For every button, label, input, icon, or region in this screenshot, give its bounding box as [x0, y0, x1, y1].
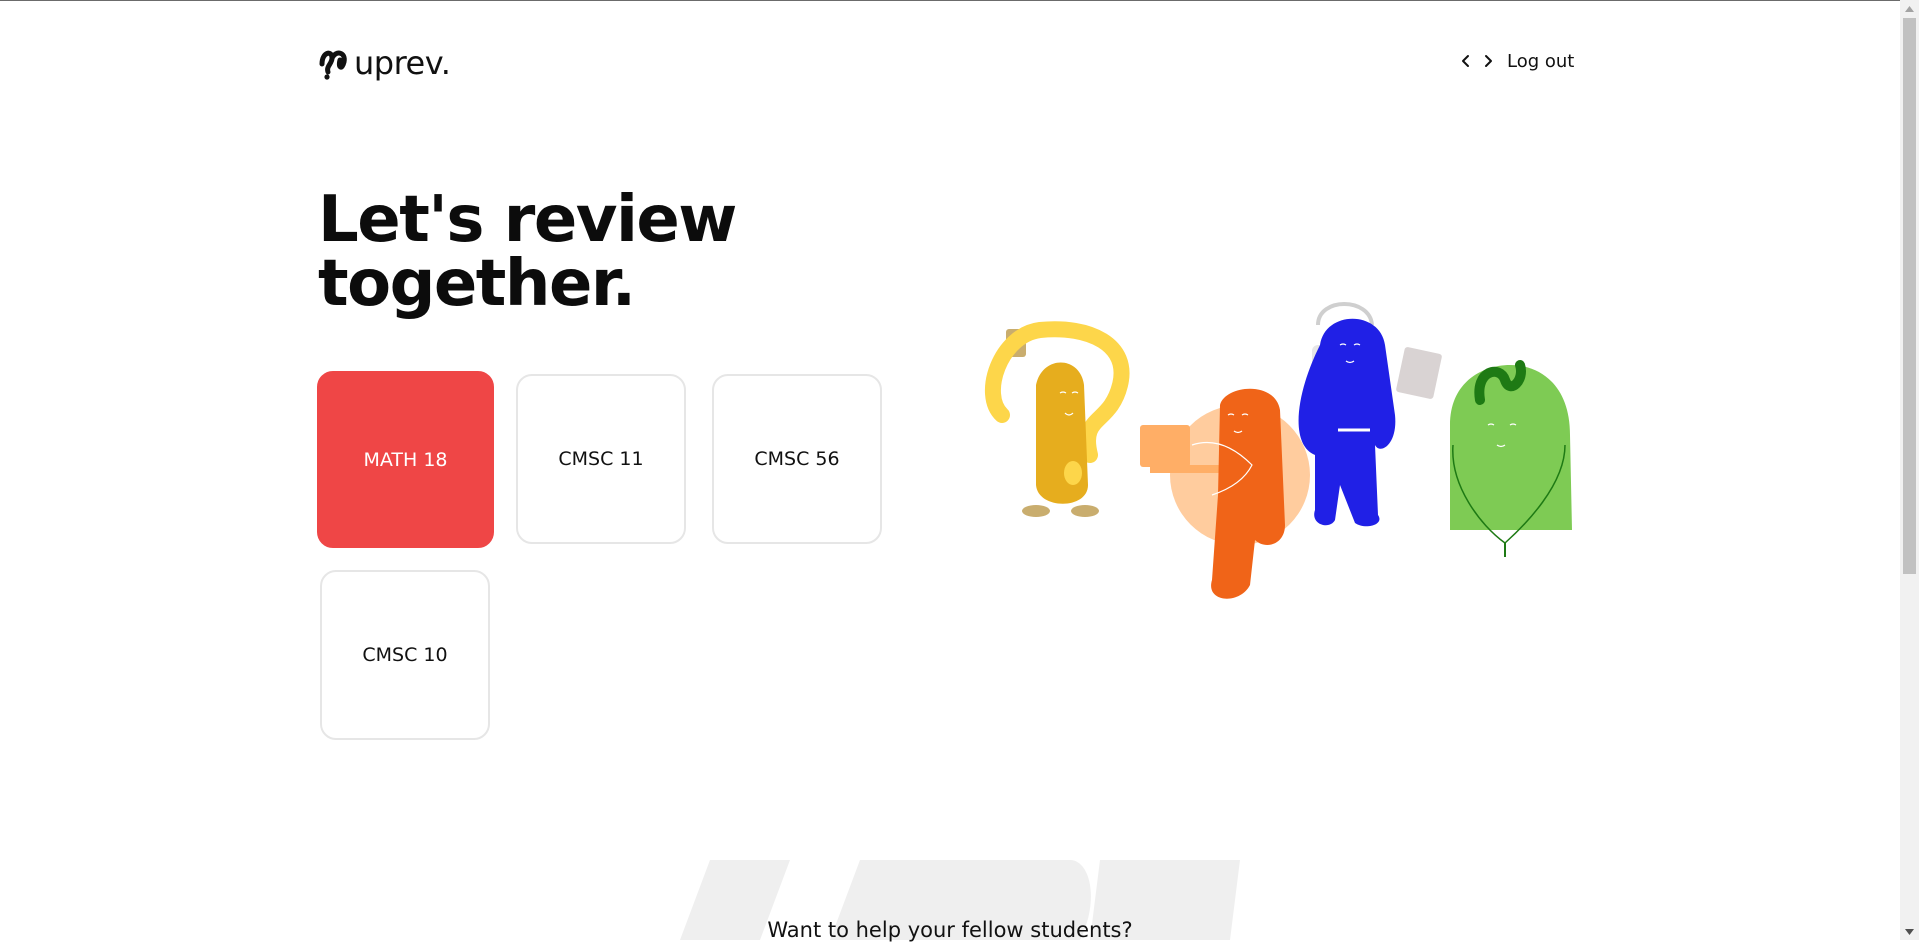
orange-character-icon — [1140, 388, 1310, 599]
course-card-math-18[interactable]: MATH 18 — [317, 371, 494, 548]
brand-name: uprev. — [354, 44, 451, 82]
scroll-up-arrow-icon — [1905, 5, 1914, 12]
chevron-right-icon — [1485, 55, 1492, 67]
students-illustration — [985, 302, 1572, 599]
chevron-left-icon — [1462, 55, 1469, 67]
green-character-icon — [1450, 360, 1572, 557]
logout-link[interactable]: Log out — [1507, 51, 1574, 72]
window-top-border — [0, 0, 1900, 1]
forward-button[interactable] — [1477, 46, 1499, 76]
scroll-down-button[interactable] — [1900, 923, 1919, 940]
scrollbar-thumb[interactable] — [1903, 18, 1916, 574]
headline-line-2: together. — [318, 247, 636, 321]
scroll-up-button[interactable] — [1900, 0, 1919, 17]
course-card-label: CMSC 56 — [754, 448, 840, 470]
course-card-cmsc-10[interactable]: CMSC 10 — [320, 570, 490, 740]
course-card-label: CMSC 10 — [362, 644, 448, 666]
help-fellow-students-text: Want to help your fellow students? — [767, 918, 1133, 942]
course-card-cmsc-11[interactable]: CMSC 11 — [516, 374, 686, 544]
course-card-cmsc-56[interactable]: CMSC 56 — [712, 374, 882, 544]
top-nav: Log out — [1455, 46, 1574, 76]
course-card-label: CMSC 11 — [558, 448, 644, 470]
page-headline: Let's review together. — [318, 183, 737, 321]
scroll-down-arrow-icon — [1905, 928, 1914, 935]
uprev-logo-mark-icon — [319, 50, 347, 80]
headline-line-1: Let's review — [318, 183, 737, 257]
course-card-label: MATH 18 — [363, 448, 448, 471]
blue-character-icon — [1298, 302, 1442, 527]
vertical-scrollbar[interactable] — [1900, 0, 1919, 940]
uprev-logo[interactable]: uprev. — [318, 44, 451, 82]
back-button[interactable] — [1455, 46, 1477, 76]
yellow-character-icon — [985, 321, 1130, 517]
